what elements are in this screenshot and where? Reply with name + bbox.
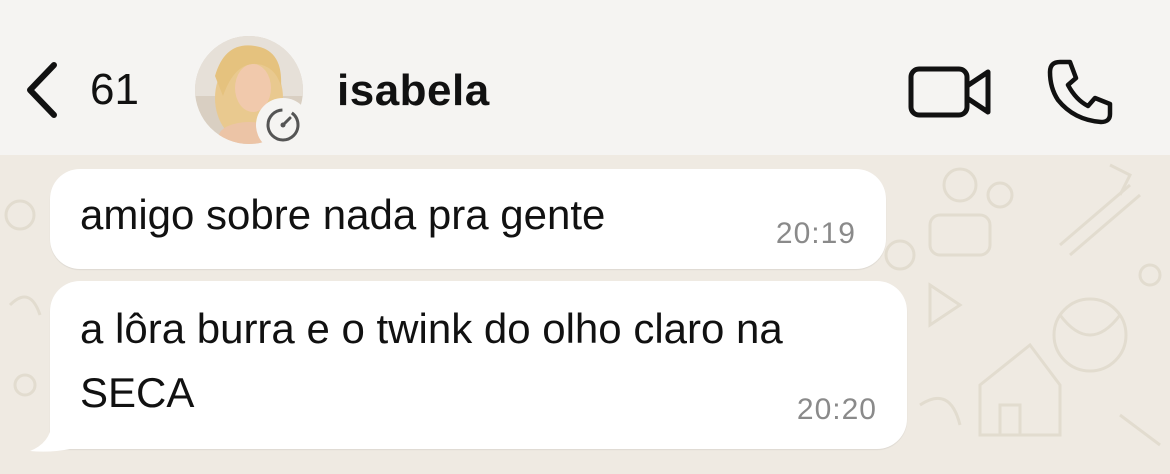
chat-area[interactable]: amigo sobre nada pra gente 20:19 a lôra … — [0, 155, 1170, 474]
message-text: amigo sobre nada pra gente — [80, 191, 606, 238]
bubble-tail — [30, 423, 70, 452]
disappearing-timer-icon — [256, 98, 310, 152]
chat-header: 61 isabela — [0, 0, 1170, 155]
video-camera-icon[interactable] — [908, 64, 992, 120]
chevron-left-icon — [27, 62, 57, 118]
phone-icon[interactable] — [1046, 58, 1114, 126]
message-time: 20:19 — [775, 217, 856, 250]
contact-name[interactable]: isabela — [337, 66, 490, 116]
message-bubble[interactable]: a lôra burra e o twink do olho claro na … — [50, 281, 907, 449]
message-text: a lôra burra e o twink do olho claro na … — [80, 305, 783, 416]
unread-count: 61 — [90, 65, 139, 114]
message-time: 20:20 — [796, 393, 877, 426]
back-button[interactable]: 61 — [22, 58, 162, 122]
message-bubble[interactable]: amigo sobre nada pra gente 20:19 — [50, 169, 886, 269]
